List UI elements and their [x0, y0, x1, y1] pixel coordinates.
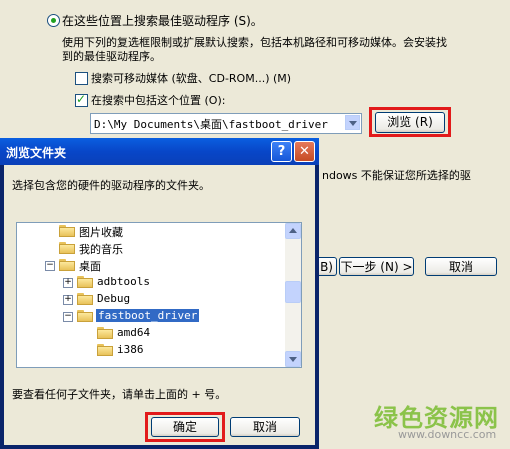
close-icon[interactable]: ✕ — [294, 141, 315, 162]
partial-warning-text: ndows 不能保证您所选择的驱 — [322, 169, 471, 182]
tree-scrollbar[interactable] — [285, 223, 301, 367]
collapse-icon[interactable]: − — [63, 312, 73, 322]
scroll-down-icon[interactable] — [285, 351, 301, 367]
folder-icon — [77, 293, 93, 305]
tree-item-label: 图片收藏 — [79, 226, 123, 239]
folder-tree[interactable]: 图片收藏 我的音乐 − 桌面 + adbtools + Debug − fast… — [16, 222, 302, 368]
help-icon[interactable]: ? — [271, 141, 292, 162]
chevron-down-icon[interactable] — [345, 115, 360, 130]
tree-item-label: i386 — [117, 343, 144, 356]
next-button[interactable]: 下一步 (N) > — [339, 257, 414, 276]
folder-icon — [97, 344, 113, 356]
include-location-label: 在搜索中包括这个位置 (O): — [91, 94, 226, 107]
collapse-icon[interactable]: − — [45, 261, 55, 271]
tree-item-label-selected: fastboot_driver — [96, 309, 200, 322]
tree-item-fastboot-driver[interactable]: − fastboot_driver — [17, 308, 285, 325]
dialog-cancel-button[interactable]: 取消 — [230, 417, 300, 437]
include-location-checkbox[interactable] — [75, 92, 88, 107]
wizard-cancel-button[interactable]: 取消 — [425, 257, 497, 276]
ok-button[interactable]: 确定 — [151, 417, 219, 437]
dialog-instruction: 选择包含您的硬件的驱动程序的文件夹。 — [12, 179, 210, 192]
tree-item-label: Debug — [97, 292, 131, 305]
tree-item-debug[interactable]: + Debug — [17, 291, 285, 308]
folder-icon — [77, 276, 93, 288]
tree-item-label: 桌面 — [79, 260, 101, 273]
tree-item-desktop[interactable]: − 桌面 — [17, 257, 285, 274]
open-folder-icon — [77, 310, 93, 322]
scroll-up-icon[interactable] — [285, 223, 301, 239]
tree-item-label: adbtools — [97, 275, 150, 288]
removable-media-label: 搜索可移动媒体 (软盘、CD-ROM...) (M) — [91, 72, 292, 85]
music-folder-icon — [59, 242, 75, 254]
path-combobox[interactable]: D:\My Documents\桌面\fastboot_driver — [90, 113, 362, 134]
expand-icon[interactable]: + — [63, 295, 73, 305]
description-line-2: 到的最佳驱动程序。 — [62, 50, 161, 63]
tree-item-pictures[interactable]: 图片收藏 — [17, 223, 285, 240]
removable-media-checkbox[interactable] — [75, 72, 88, 85]
pictures-folder-icon — [59, 225, 75, 237]
dialog-title: 浏览文件夹 — [6, 146, 67, 160]
browse-button[interactable]: 浏览 (R) — [375, 112, 445, 133]
tree-item-label: 我的音乐 — [79, 243, 123, 256]
watermark-url: www.downcc.com — [398, 428, 497, 441]
scroll-thumb[interactable] — [285, 281, 301, 303]
path-value: D:\My Documents\桌面\fastboot_driver — [94, 118, 328, 131]
tree-item-i386[interactable]: i386 — [17, 342, 285, 359]
dialog-titlebar[interactable]: 浏览文件夹 ? ✕ — [0, 138, 319, 165]
tree-item-adbtools[interactable]: + adbtools — [17, 274, 285, 291]
search-locations-radio[interactable] — [47, 14, 60, 27]
dialog-body: 选择包含您的硬件的驱动程序的文件夹。 图片收藏 我的音乐 − 桌面 + adbt… — [4, 165, 315, 445]
expand-icon[interactable]: + — [63, 278, 73, 288]
browse-folder-dialog: 浏览文件夹 ? ✕ 选择包含您的硬件的驱动程序的文件夹。 图片收藏 我的音乐 −… — [0, 138, 319, 449]
search-locations-label: 在这些位置上搜索最佳驱动程序 (S)。 — [62, 14, 263, 28]
tree-item-label: amd64 — [117, 326, 151, 339]
tree-item-music[interactable]: 我的音乐 — [17, 240, 285, 257]
folder-icon — [97, 327, 113, 339]
folder-icon — [59, 259, 75, 271]
dialog-hint: 要查看任何子文件夹，请单击上面的 + 号。 — [12, 388, 227, 401]
tree-item-amd64[interactable]: amd64 — [17, 325, 285, 342]
